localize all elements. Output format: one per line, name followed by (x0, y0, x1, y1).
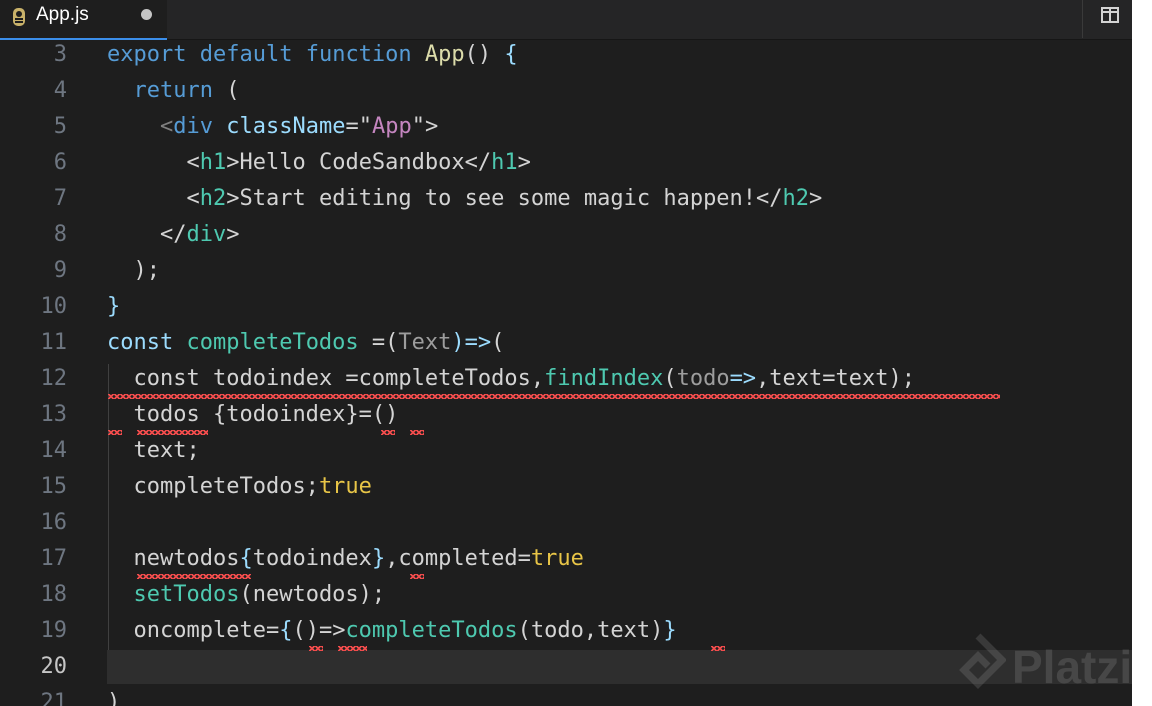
line-number: 19 (40, 618, 68, 643)
line-content: ) (107, 690, 121, 706)
error-squiggle (338, 646, 367, 651)
line-content: ); (107, 258, 160, 283)
error-squiggle (410, 574, 424, 579)
code-editor[interactable]: 3 export default function App() { 4 retu… (0, 40, 1132, 706)
scrollbar-edge (1132, 0, 1152, 706)
error-squiggle (108, 394, 1000, 399)
code-line: 3 export default function App() { (0, 40, 1132, 73)
line-number: 4 (53, 78, 67, 103)
line-number: 16 (40, 510, 68, 535)
error-squiggle (410, 430, 424, 435)
split-editor-button[interactable] (1082, 0, 1133, 38)
code-line: 9 ); (0, 253, 1132, 289)
line-content: export default function App() { (107, 42, 518, 67)
line-number: 21 (40, 690, 68, 706)
line-content: return ( (133, 78, 240, 103)
code-line: 12 const todoindex =completeTodos,findIn… (0, 361, 1132, 397)
error-squiggle (137, 574, 251, 579)
line-content: } (107, 294, 121, 319)
line-number: 20 (40, 654, 68, 679)
line-content: completeTodos;true (133, 474, 372, 499)
code-line: 5 <div className="App"> (0, 109, 1132, 145)
line-content: newtodos{todoindex},completed=true (133, 546, 584, 571)
line-number: 6 (53, 150, 67, 175)
code-line: 8 </div> (0, 217, 1132, 253)
error-squiggle (309, 646, 323, 651)
line-number: 3 (53, 42, 67, 67)
error-squiggle (137, 430, 208, 435)
line-number: 17 (40, 546, 68, 571)
line-content: const todoindex =completeTodos,findIndex… (133, 366, 916, 391)
javascript-file-icon (13, 8, 25, 26)
line-content: <h2>Start editing to see some magic happ… (186, 186, 823, 211)
line-content: <h1>Hello CodeSandbox</h1> (186, 150, 531, 175)
line-number: 9 (53, 258, 67, 283)
line-number: 11 (40, 330, 68, 355)
code-line: 16 (0, 505, 1132, 541)
code-line: 15 completeTodos;true (0, 469, 1132, 505)
line-content: </div> (159, 222, 240, 247)
line-content: <div className="App"> (159, 114, 439, 139)
line-number: 13 (40, 402, 68, 427)
line-number: 15 (40, 474, 68, 499)
code-line: 17 newtodos{todoindex},completed=true (0, 541, 1132, 577)
code-line: 14 text; (0, 433, 1132, 469)
tab-bar: App.js (0, 0, 1132, 40)
unsaved-dot-icon[interactable] (141, 9, 152, 20)
code-line: 4 return ( (0, 73, 1132, 109)
code-line: 6 <h1>Hello CodeSandbox</h1> (0, 145, 1132, 181)
code-line: 7 <h2>Start editing to see some magic ha… (0, 181, 1132, 217)
code-line: 18 setTodos(newtodos); (0, 577, 1132, 613)
line-number: 18 (40, 582, 68, 607)
line-content: const completeTodos =(Text)=>( (107, 330, 505, 355)
code-line: 11 const completeTodos =(Text)=>( (0, 325, 1132, 361)
error-squiggle (381, 430, 395, 435)
split-editor-icon (1101, 7, 1119, 23)
line-number: 14 (40, 438, 68, 463)
watermark-text: Platzi (1012, 641, 1133, 693)
line-content: text; (133, 438, 200, 463)
line-number: 8 (53, 222, 67, 247)
platzi-logo-icon (959, 633, 1006, 689)
error-squiggle (711, 646, 725, 651)
line-number: 7 (53, 186, 67, 211)
line-content: todos {todoindex}=() (133, 402, 399, 427)
tab-app-js[interactable]: App.js (0, 0, 167, 40)
line-number: 5 (53, 114, 67, 139)
code-line: 10 } (0, 289, 1132, 325)
line-content: oncomplete={()=>completeTodos(todo,text)… (133, 618, 677, 643)
line-number: 10 (40, 294, 68, 319)
line-number: 12 (40, 366, 68, 391)
error-squiggle (108, 430, 122, 435)
line-content: setTodos(newtodos); (133, 582, 386, 607)
tab-label: App.js (36, 4, 89, 25)
code-line: 13 todos {todoindex}=() (0, 397, 1132, 433)
